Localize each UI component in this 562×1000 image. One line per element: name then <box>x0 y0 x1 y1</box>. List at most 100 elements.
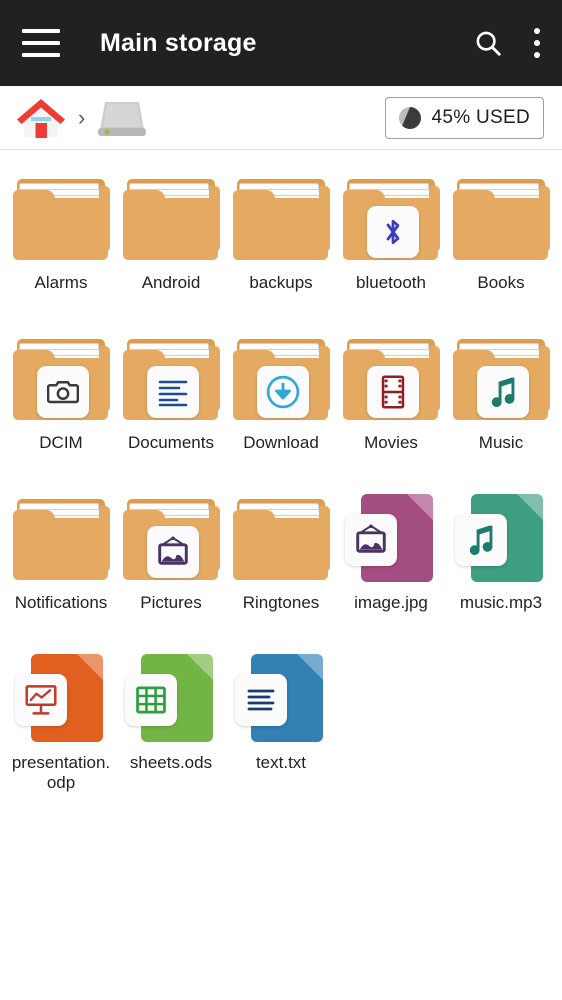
item-label: Notifications <box>14 593 108 612</box>
file-item[interactable]: text.txt <box>226 642 336 802</box>
file-folded-corner <box>517 494 543 520</box>
bluetooth-icon <box>366 206 419 258</box>
folder-front <box>452 198 548 260</box>
folder-front <box>232 518 328 580</box>
file-item[interactable]: image.jpg <box>336 482 446 642</box>
folder-item[interactable]: Movies <box>336 322 446 482</box>
item-label: Music <box>478 433 524 452</box>
pie-chart-icon <box>398 106 421 129</box>
item-label: image.jpg <box>354 593 428 612</box>
folder-icon <box>11 488 111 588</box>
hamburger-menu-icon[interactable] <box>22 29 60 57</box>
folder-icon <box>121 328 221 428</box>
file-icon <box>231 648 331 748</box>
spreadsheet-icon <box>125 674 177 726</box>
item-label: Documents <box>128 433 214 452</box>
file-icon <box>121 648 221 748</box>
file-folded-corner <box>77 654 103 680</box>
file-item[interactable]: presentation.odp <box>6 642 116 802</box>
folder-front <box>12 198 108 260</box>
folder-front <box>12 518 108 580</box>
folder-icon <box>451 168 551 268</box>
breadcrumb-storage[interactable] <box>95 96 149 140</box>
folder-glyph <box>122 176 220 260</box>
item-label: Books <box>477 273 525 292</box>
file-icon <box>451 488 551 588</box>
folder-icon <box>341 328 441 428</box>
folder-item[interactable]: Documents <box>116 322 226 482</box>
document-lines-icon <box>146 366 199 418</box>
folder-item[interactable]: backups <box>226 162 336 322</box>
folder-icon <box>231 168 331 268</box>
search-icon[interactable] <box>473 28 503 58</box>
storage-usage-label: 45% USED <box>431 106 530 128</box>
item-label: text.txt <box>255 753 307 772</box>
item-label: Download <box>243 433 319 452</box>
home-icon <box>17 98 65 138</box>
presentation-icon <box>15 674 67 726</box>
app-bar: Main storage <box>0 0 562 86</box>
folder-glyph <box>12 496 110 580</box>
item-label: sheets.ods <box>129 753 213 772</box>
folder-item[interactable]: Pictures <box>116 482 226 642</box>
folder-icon <box>451 328 551 428</box>
folder-glyph <box>232 496 330 580</box>
file-grid: Alarms Android backups bluetooth Books DCIM Do… <box>0 150 562 802</box>
folder-icon <box>121 168 221 268</box>
file-item[interactable]: music.mp3 <box>446 482 556 642</box>
folder-glyph <box>342 176 440 260</box>
breadcrumb-separator: › <box>78 104 86 130</box>
folder-glyph <box>452 336 550 420</box>
text-lines-icon <box>235 674 287 726</box>
hard-drive-icon <box>98 101 147 136</box>
folder-item[interactable]: Download <box>226 322 336 482</box>
folder-item[interactable]: bluetooth <box>336 162 446 322</box>
app-bar-actions <box>473 28 540 58</box>
file-icon <box>341 488 441 588</box>
item-label: bluetooth <box>356 273 426 292</box>
file-folded-corner <box>187 654 213 680</box>
item-label: music.mp3 <box>459 593 543 612</box>
folder-front <box>122 198 218 260</box>
camera-icon <box>36 366 89 418</box>
file-item[interactable]: sheets.ods <box>116 642 226 802</box>
folder-icon <box>341 168 441 268</box>
folder-glyph <box>12 176 110 260</box>
folder-front <box>232 198 328 260</box>
breadcrumb-home[interactable]: › <box>14 94 95 142</box>
item-label: presentation.odp <box>11 753 111 792</box>
file-glyph <box>15 652 107 744</box>
item-label: Android <box>141 273 201 292</box>
folder-item[interactable]: Music <box>446 322 556 482</box>
breadcrumb: › 45% USED <box>0 86 562 150</box>
download-arrow-icon <box>256 366 309 418</box>
more-vertical-icon[interactable] <box>533 28 540 58</box>
folder-icon <box>11 168 111 268</box>
folder-glyph <box>452 176 550 260</box>
item-label: DCIM <box>39 433 83 452</box>
folder-icon <box>231 328 331 428</box>
folder-glyph <box>12 336 110 420</box>
folder-glyph <box>232 176 330 260</box>
item-label: backups <box>249 273 313 292</box>
file-glyph <box>455 492 547 584</box>
file-glyph <box>235 652 327 744</box>
folder-item[interactable]: Books <box>446 162 556 322</box>
folder-item[interactable]: Notifications <box>6 482 116 642</box>
folder-glyph <box>232 336 330 420</box>
file-folded-corner <box>407 494 433 520</box>
folder-item[interactable]: Android <box>116 162 226 322</box>
folder-icon <box>121 488 221 588</box>
file-glyph <box>125 652 217 744</box>
file-icon <box>11 648 111 748</box>
picture-frame-icon <box>146 526 199 578</box>
folder-item[interactable]: Ringtones <box>226 482 336 642</box>
storage-usage-badge[interactable]: 45% USED <box>384 96 544 139</box>
folder-glyph <box>122 496 220 580</box>
folder-item[interactable]: Alarms <box>6 162 116 322</box>
folder-icon <box>231 488 331 588</box>
page-title: Main storage <box>100 28 257 57</box>
folder-item[interactable]: DCIM <box>6 322 116 482</box>
music-note-icon <box>455 514 507 566</box>
music-note-icon <box>476 366 529 418</box>
